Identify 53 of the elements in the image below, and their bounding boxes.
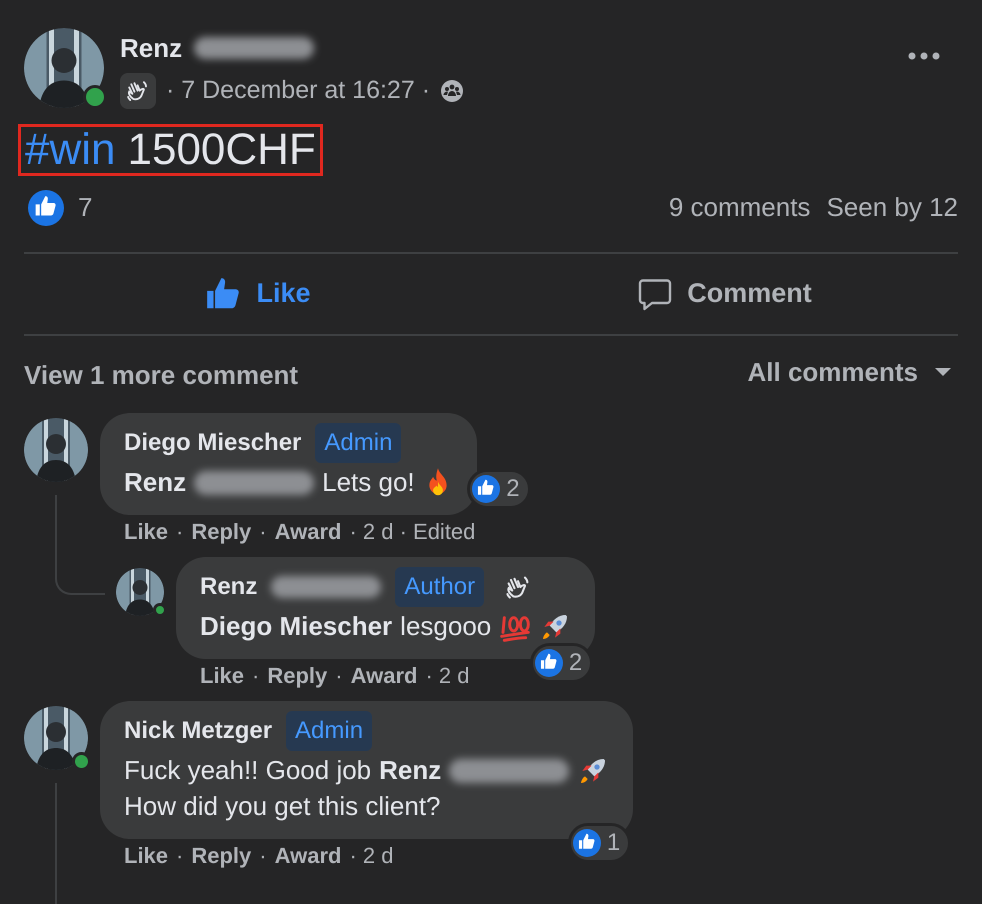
commenter-name[interactable]: Nick Metzger [124, 712, 272, 748]
audience-group-icon [440, 78, 464, 103]
view-more-comments-link[interactable]: View 1 more comment [24, 356, 298, 394]
role-tag: Admin [286, 710, 372, 750]
like-count[interactable]: 7 [78, 188, 92, 227]
comment-action-link[interactable]: Award [274, 842, 342, 868]
comment-action-link[interactable]: Reply [191, 842, 252, 868]
like-reaction-icon [572, 828, 601, 856]
role-tag: Author [395, 566, 484, 606]
seen-by-link[interactable]: Seen by 12 [826, 188, 958, 227]
like-reaction-icon [534, 648, 563, 676]
more-icon [908, 52, 940, 60]
post-text: 1500CHF [128, 126, 316, 172]
like-reaction-icon [28, 190, 64, 226]
comment-text: Lets go! [322, 466, 415, 499]
comment-meta: · [259, 842, 267, 868]
like-button[interactable]: Like [24, 254, 491, 334]
comment-action-link[interactable]: Award [350, 662, 418, 688]
comment-meta: · [176, 518, 184, 544]
comment-text: lesgooo [400, 610, 492, 643]
author-name[interactable]: Renz [120, 28, 182, 68]
reaction-number: 2 [506, 474, 520, 504]
comment-text: Fuck yeah!! Good job [124, 754, 372, 787]
commenter-name[interactable]: Diego Miescher [124, 424, 302, 460]
mention-link[interactable]: Renz [379, 751, 442, 790]
comment-button[interactable]: Comment [491, 254, 958, 334]
comment-meta: · [335, 662, 343, 688]
caret-down-icon [934, 367, 952, 377]
reaction-number: 2 [568, 648, 582, 678]
like-reaction-icon [472, 474, 500, 502]
comment-action-link[interactable]: Like [200, 662, 244, 688]
comment-meta: · [259, 518, 267, 544]
post-timestamp[interactable]: · 7 December at 16:27 · [166, 72, 430, 110]
comment-meta: · 2 d [425, 662, 470, 688]
comment-meta: · 2 d [349, 842, 394, 868]
comment-meta: · [252, 662, 260, 688]
mention-link[interactable]: Diego Miescher [200, 607, 392, 646]
comments-count-link[interactable]: 9 comments [668, 188, 810, 227]
comment-action-link[interactable]: Like [124, 842, 168, 868]
role-tag: Admin [315, 422, 402, 462]
commenter-name[interactable]: Renz [200, 568, 258, 604]
mention-link[interactable]: Renz [124, 463, 186, 502]
comment-action-link[interactable]: Reply [267, 662, 328, 688]
comment-action-link[interactable]: Award [274, 518, 342, 544]
comment-meta: · 2 d · Edited [349, 518, 476, 544]
comment-text: How did you get this client? [124, 790, 441, 823]
sort-comments-dropdown[interactable]: All comments [748, 352, 952, 392]
hashtag-link[interactable]: #win [25, 126, 116, 172]
reaction-number: 1 [606, 828, 620, 858]
more-options-button[interactable] [908, 52, 940, 60]
comment-action-link[interactable]: Like [124, 518, 168, 544]
comment-meta: · [176, 842, 184, 868]
comment-action-link[interactable]: Reply [191, 518, 252, 544]
